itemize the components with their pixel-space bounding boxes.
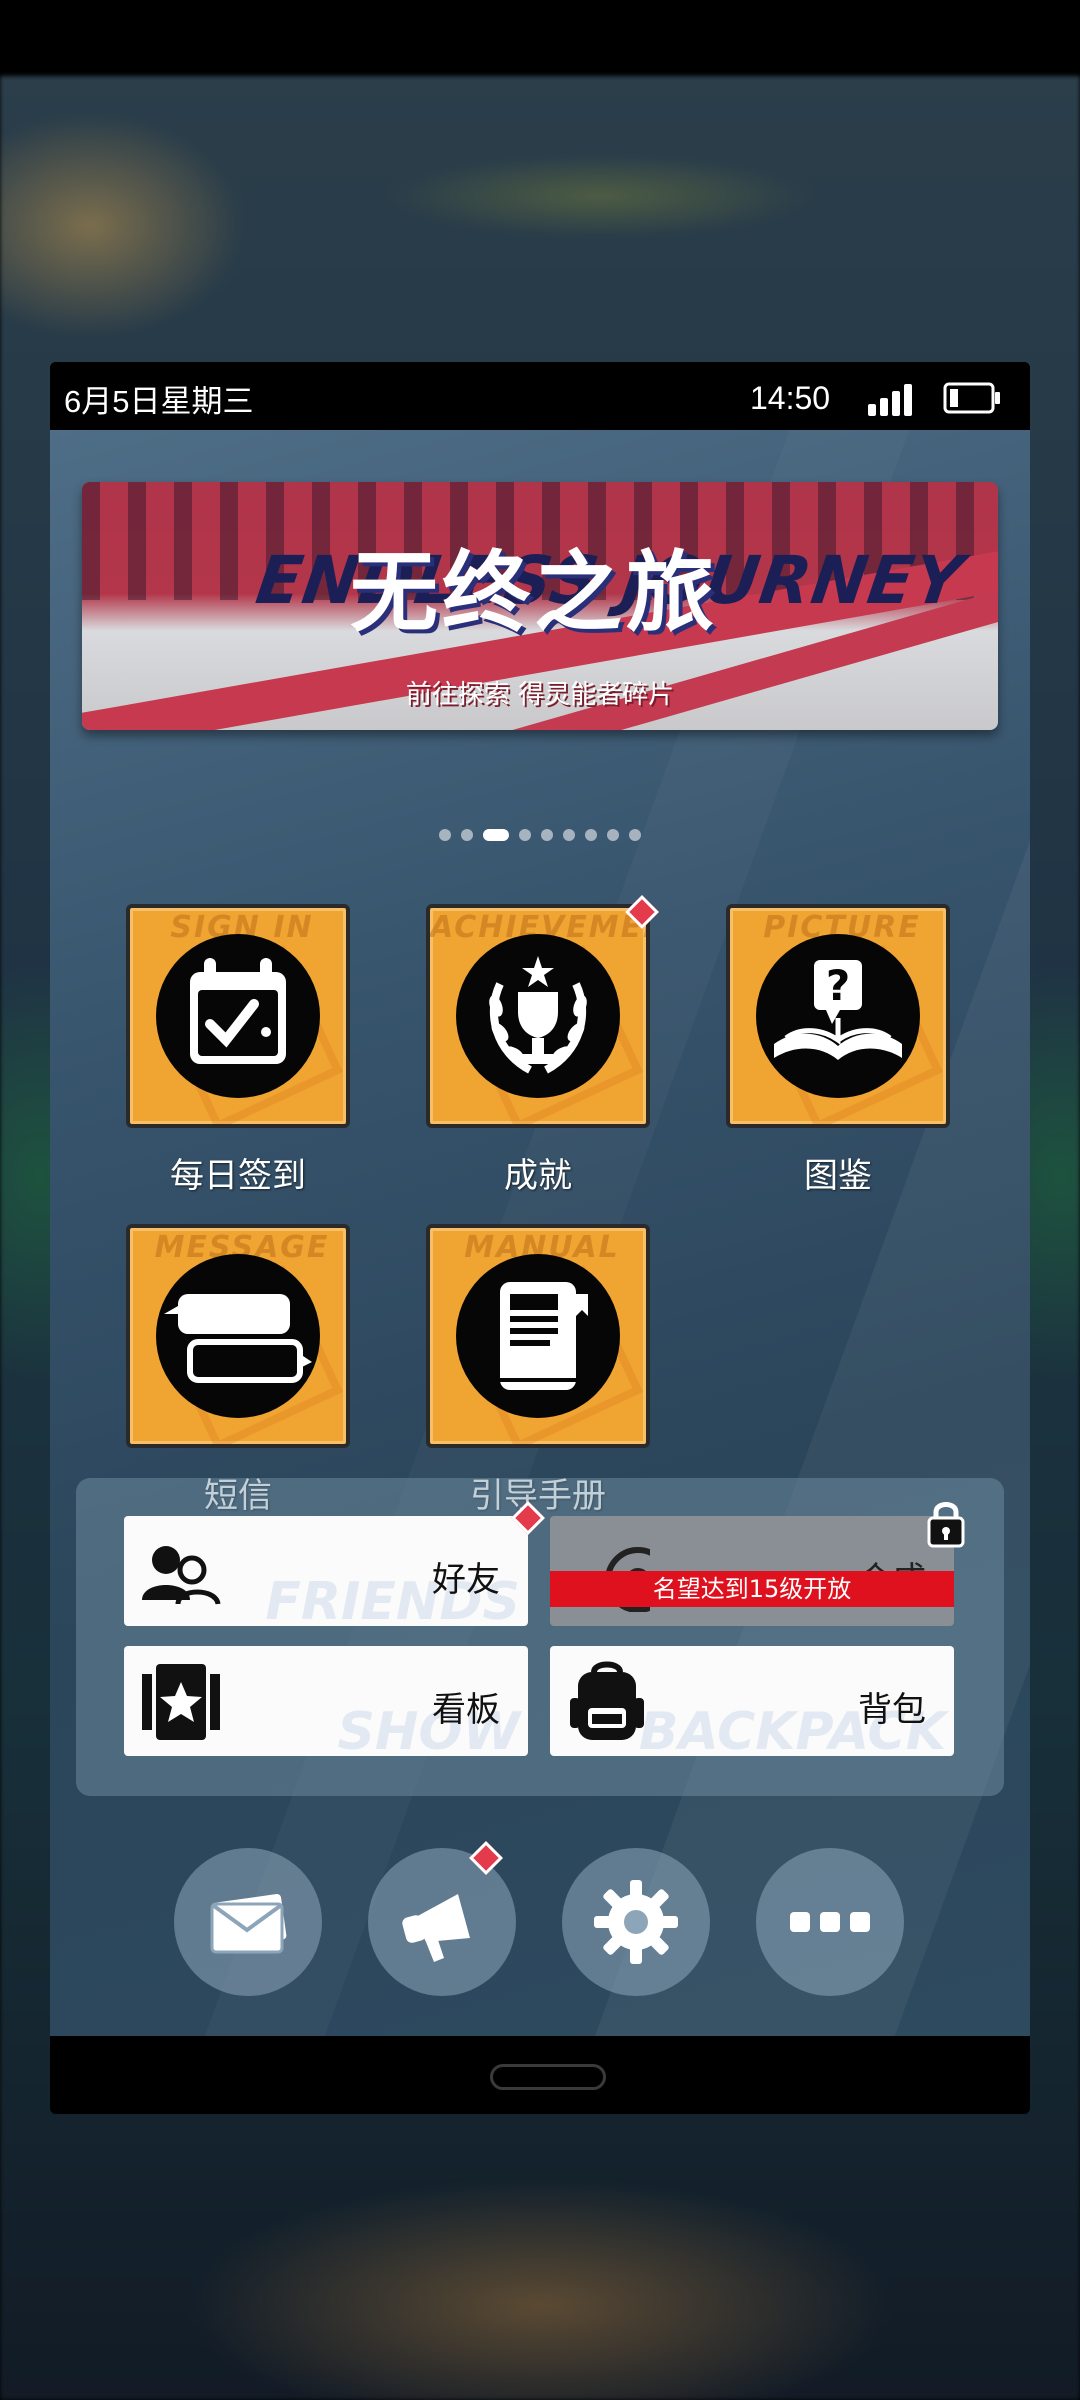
banner-title-cn: 无终之旅 [350, 541, 719, 644]
pagination-dot[interactable] [541, 828, 553, 841]
banner-subtitle: 前往探索 得灵能者碎片 [405, 680, 675, 710]
navigation-bar [50, 2036, 1030, 2114]
manual-book-icon [500, 1282, 588, 1390]
phone-screen: ENDLESS JOURNEY 无终之旅 前往探索 得灵能者碎片 SIGN IN… [50, 430, 1030, 2036]
backpack-button[interactable]: BACKPACK 背包 [550, 1646, 954, 1756]
status-date: 6月5日星期三 [64, 384, 254, 419]
status-bar: 6月5日星期三 14:50 [50, 362, 1030, 430]
backpack-icon [570, 1661, 644, 1740]
pagination-dot[interactable] [629, 828, 641, 841]
chat-bubbles-icon [164, 1294, 312, 1383]
locked-banner: 名望达到15级开放 [550, 1571, 954, 1607]
synthesis-button-locked[interactable]: 合成 名望达到15级开放 [550, 1516, 954, 1626]
card-label: 好友 [432, 1560, 500, 1600]
gear-icon [594, 1880, 678, 1964]
root: { "status_bar": { "date": "6月5日星期三", "ti… [0, 0, 1080, 2400]
pagination-dot[interactable] [607, 828, 619, 841]
star-card-icon [142, 1664, 220, 1740]
app-daily-signin[interactable]: SIGN IN [126, 904, 350, 1128]
status-time: 14:50 [750, 380, 831, 416]
mail-icon [210, 1894, 287, 1954]
mail-button[interactable] [174, 1848, 322, 1996]
signal-icon [868, 384, 912, 416]
app-achievement[interactable]: ACHIEVEMENT [426, 904, 650, 1128]
app-label: 每日签到 [170, 1156, 306, 1196]
trophy-laurel-icon [489, 956, 587, 1074]
app-label: 图鉴 [804, 1156, 872, 1196]
megaphone-icon [402, 1894, 470, 1962]
top-letterbox [0, 0, 1080, 76]
pagination-dot[interactable] [519, 828, 531, 841]
event-banner[interactable]: ENDLESS JOURNEY 无终之旅 前往探索 得灵能者碎片 [82, 482, 998, 730]
pagination-dot[interactable] [439, 828, 451, 841]
quick-panel: FRIENDS 好友 合成 名望达到15级开放 [76, 1478, 1004, 1796]
pagination-dot[interactable] [563, 828, 575, 841]
battery-icon [943, 382, 1000, 414]
banner-pagination[interactable] [50, 824, 1030, 843]
question-book-icon: ? [774, 960, 902, 1060]
app-label: 成就 [504, 1156, 572, 1196]
pagination-dot[interactable] [461, 828, 473, 841]
pagination-dot[interactable] [483, 828, 509, 841]
more-dots-icon [790, 1912, 870, 1932]
friends-icon [142, 1546, 221, 1605]
card-label: 看板 [432, 1690, 500, 1730]
card-label: 背包 [858, 1690, 926, 1730]
show-board-button[interactable]: SHOW 看板 [124, 1646, 528, 1756]
app-messages[interactable]: MESSAGE [126, 1224, 350, 1448]
lock-icon [927, 1502, 965, 1548]
phone-overlay: 6月5日星期三 14:50 ENDLESS JOURNEY 无终之旅 前往探索 … [50, 362, 1030, 2114]
svg-text:?: ? [826, 961, 850, 1010]
friends-button[interactable]: FRIENDS 好友 [124, 1516, 528, 1626]
announcement-button[interactable] [368, 1848, 516, 1996]
more-button[interactable] [756, 1848, 904, 1996]
pagination-dot[interactable] [585, 828, 597, 841]
settings-button[interactable] [562, 1848, 710, 1996]
app-manual[interactable]: MANUAL [426, 1224, 650, 1448]
app-picture-book[interactable]: PICTURE ? [726, 904, 950, 1128]
home-indicator[interactable] [490, 2064, 606, 2090]
calendar-check-icon [190, 958, 286, 1064]
